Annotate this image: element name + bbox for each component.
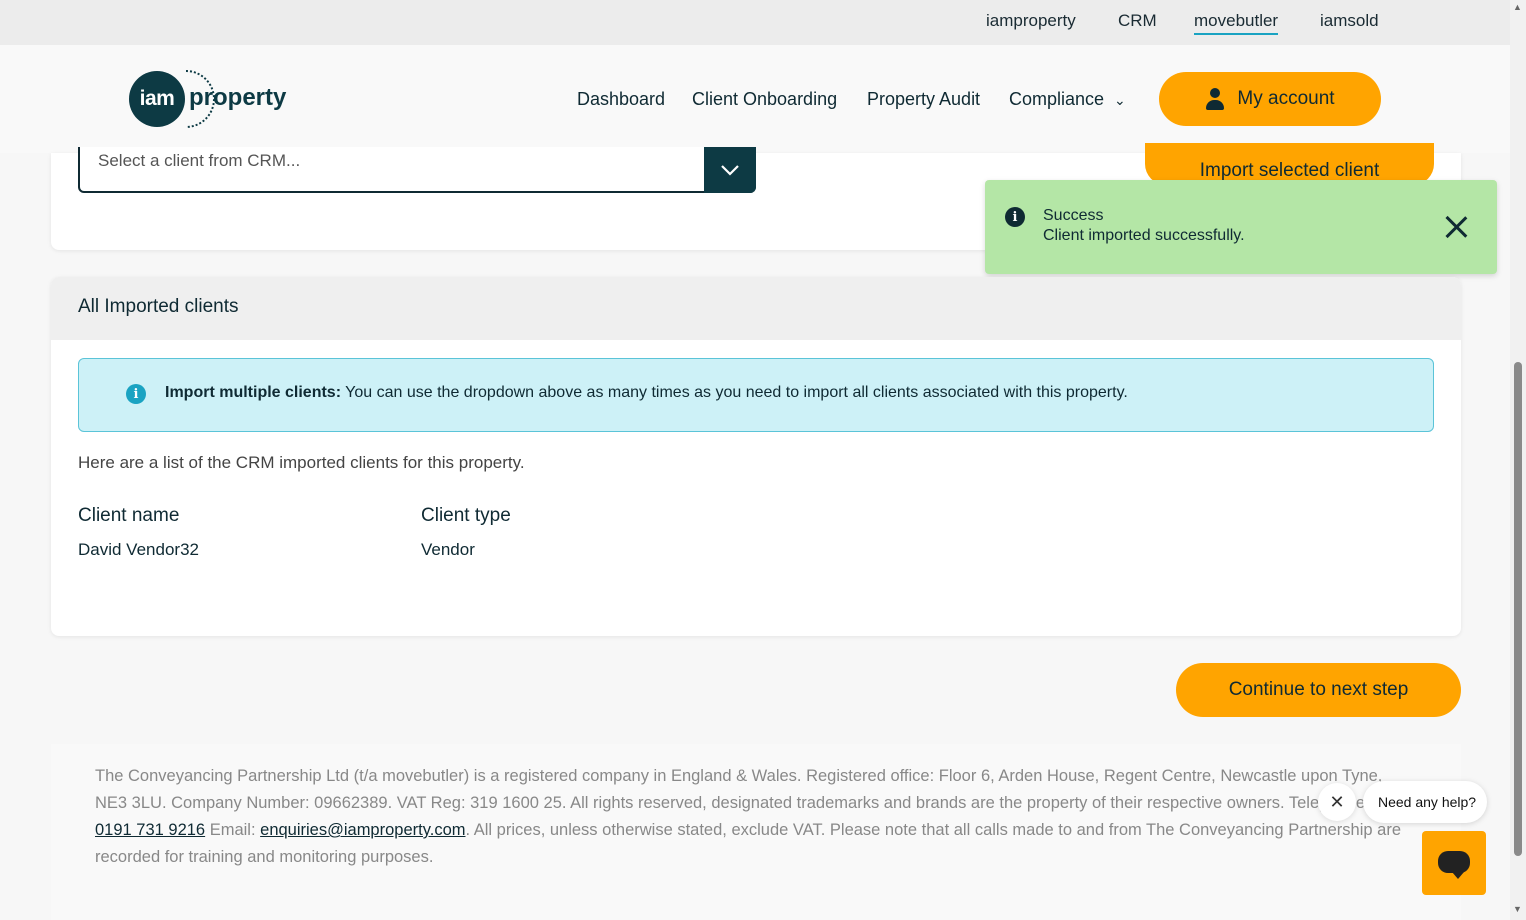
my-account-label: My account <box>1237 88 1335 109</box>
imported-clients-card: All Imported clients i Import multiple c… <box>51 277 1461 636</box>
nav-dashboard[interactable]: Dashboard <box>577 89 665 110</box>
info-icon: i <box>126 384 146 404</box>
footer-text-part-1: The Conveyancing Partnership Ltd (t/a mo… <box>95 767 1383 812</box>
scroll-down-icon[interactable]: ▼ <box>1513 904 1522 914</box>
nav-compliance-label: Compliance <box>1009 89 1105 109</box>
column-header-client-type: Client type <box>421 505 511 526</box>
chevron-down-icon: ⌄ <box>1114 91 1126 108</box>
logo-mark: iam <box>129 71 185 127</box>
select-placeholder: Select a client from CRM... <box>98 151 301 170</box>
brand-link-crm[interactable]: CRM <box>1118 11 1157 31</box>
iamproperty-logo[interactable]: iam property <box>129 70 299 128</box>
close-icon[interactable] <box>1443 214 1469 240</box>
footer-phone-link[interactable]: 0191 731 9216 <box>95 821 205 839</box>
my-account-button[interactable]: My account <box>1159 72 1381 126</box>
brand-bar: iamproperty CRM movebutler iamsold <box>0 0 1510 45</box>
footer-email-link[interactable]: enquiries@iamproperty.com <box>260 821 465 839</box>
logo-wordmark: property <box>189 84 287 111</box>
continue-button[interactable]: Continue to next step <box>1176 663 1461 717</box>
footer-text-part-2: Email: <box>205 821 261 839</box>
user-icon <box>1205 88 1225 110</box>
client-name-cell: David Vendor32 <box>78 540 199 559</box>
crm-client-select[interactable]: Select a client from CRM... <box>78 147 756 193</box>
success-toast: i Success Client imported successfully. <box>985 180 1497 274</box>
nav-property-audit[interactable]: Property Audit <box>867 89 980 110</box>
close-icon[interactable]: ✕ <box>1318 783 1356 821</box>
column-header-client-name: Client name <box>78 505 180 526</box>
brand-link-iamproperty[interactable]: iamproperty <box>986 11 1076 31</box>
site-header: iam property Dashboard Client Onboarding… <box>0 45 1510 153</box>
scroll-thumb[interactable] <box>1514 362 1522 856</box>
chat-icon[interactable] <box>1422 831 1486 895</box>
chevron-down-icon[interactable] <box>704 147 756 193</box>
toast-message: Client imported successfully. <box>1043 227 1245 244</box>
footer: The Conveyancing Partnership Ltd (t/a mo… <box>51 744 1461 920</box>
info-alert: i Import multiple clients: You can use t… <box>78 358 1434 432</box>
nav-client-onboarding[interactable]: Client Onboarding <box>692 89 837 110</box>
help-bubble[interactable]: Need any help? <box>1363 781 1487 823</box>
import-selected-client-button[interactable]: Import selected client <box>1145 143 1434 185</box>
list-intro: Here are a list of the CRM imported clie… <box>78 453 525 472</box>
info-alert-text: Import multiple clients: You can use the… <box>165 384 1128 402</box>
imported-clients-heading: All Imported clients <box>51 277 1461 340</box>
nav-compliance[interactable]: Compliance ⌄ <box>1009 89 1126 110</box>
footer-legal-text: The Conveyancing Partnership Ltd (t/a mo… <box>95 763 1405 871</box>
info-alert-bold: Import multiple clients: <box>165 384 342 401</box>
info-icon: i <box>1005 207 1025 227</box>
brand-link-movebutler[interactable]: movebutler <box>1194 11 1279 35</box>
toast-title: Success <box>1043 207 1104 224</box>
scroll-up-icon[interactable]: ▲ <box>1513 2 1522 12</box>
scrollbar[interactable]: ▲ ▼ <box>1510 0 1526 920</box>
info-alert-body: You can use the dropdown above as many t… <box>341 384 1128 401</box>
client-type-cell: Vendor <box>421 540 475 559</box>
brand-link-iamsold[interactable]: iamsold <box>1320 11 1379 31</box>
